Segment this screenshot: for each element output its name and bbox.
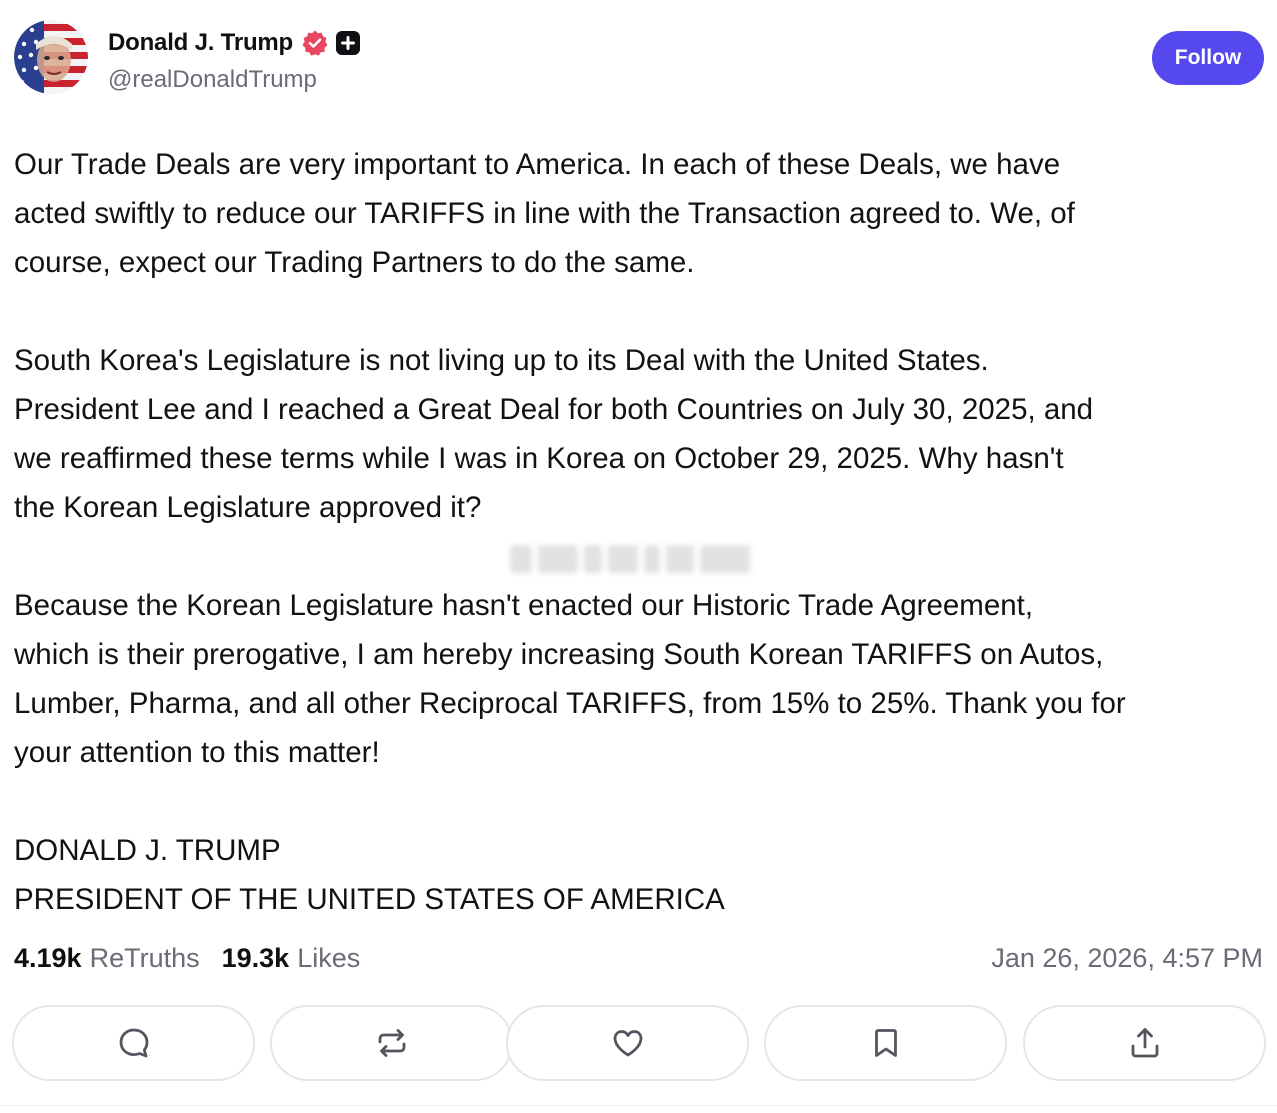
likes-count[interactable]: 19.3k xyxy=(222,943,290,974)
action-bar xyxy=(12,1005,1266,1081)
share-button[interactable] xyxy=(1023,1005,1266,1081)
post-line: we reaffirmed these terms while I was in… xyxy=(14,442,1064,475)
post-signature: DONALD J. TRUMP PRESIDENT OF THE UNITED … xyxy=(14,826,1264,924)
post-line: the Korean Legislature approved it? xyxy=(14,491,482,524)
post-line: which is their prerogative, I am hereby … xyxy=(14,638,1104,671)
verified-check-icon xyxy=(301,29,329,57)
post-header: Donald J. Trump @realDonaldTrump Follow xyxy=(14,20,1264,98)
user-handle[interactable]: @realDonaldTrump xyxy=(108,66,317,94)
post-paragraph-3: Because the Korean Legislature hasn't en… xyxy=(14,581,1264,777)
post-line: course, expect our Trading Partners to d… xyxy=(14,246,695,279)
post-line: President Lee and I reached a Great Deal… xyxy=(14,393,1094,426)
plus-badge-icon xyxy=(335,30,361,56)
engagement-stats: 4.19k ReTruths 19.3k Likes xyxy=(14,938,360,978)
repost-icon xyxy=(378,1029,405,1057)
post-line: South Korea's Legislature is not living … xyxy=(14,344,989,377)
post-line: Lumber, Pharma, and all other Reciprocal… xyxy=(14,687,1126,720)
heart-icon xyxy=(613,1030,642,1057)
retruth-button[interactable] xyxy=(270,1005,513,1081)
bookmark-button[interactable] xyxy=(764,1005,1007,1081)
comment-icon xyxy=(119,1028,148,1058)
post-text: Our Trade Deals are very important to Am… xyxy=(14,140,1264,924)
post-paragraph-1: Our Trade Deals are very important to Am… xyxy=(14,140,1264,287)
share-icon xyxy=(1131,1028,1158,1058)
like-button[interactable] xyxy=(506,1005,749,1081)
retruths-label[interactable]: ReTruths xyxy=(90,943,200,974)
display-name[interactable]: Donald J. Trump xyxy=(108,29,293,57)
reply-button[interactable] xyxy=(12,1005,255,1081)
name-row: Donald J. Trump xyxy=(108,28,361,58)
post-line: acted swiftly to reduce our TARIFFS in l… xyxy=(14,197,1075,230)
divider xyxy=(0,1105,1277,1106)
likes-label[interactable]: Likes xyxy=(297,943,360,974)
post-line: Our Trade Deals are very important to Am… xyxy=(14,148,1061,181)
post-line: PRESIDENT OF THE UNITED STATES OF AMERIC… xyxy=(14,883,725,916)
avatar[interactable] xyxy=(14,20,88,94)
retruths-count[interactable]: 4.19k xyxy=(14,943,82,974)
post-paragraph-2: South Korea's Legislature is not living … xyxy=(14,336,1264,532)
follow-button[interactable]: Follow xyxy=(1152,31,1264,85)
post-line: DONALD J. TRUMP xyxy=(14,834,281,867)
post-timestamp[interactable]: Jan 26, 2026, 4:57 PM xyxy=(991,938,1263,978)
post-line: your attention to this matter! xyxy=(14,736,380,769)
post-line: Because the Korean Legislature hasn't en… xyxy=(14,589,1034,622)
bookmark-icon xyxy=(874,1029,897,1057)
flag-portrait-avatar-icon xyxy=(14,20,88,94)
watermark xyxy=(510,542,764,576)
